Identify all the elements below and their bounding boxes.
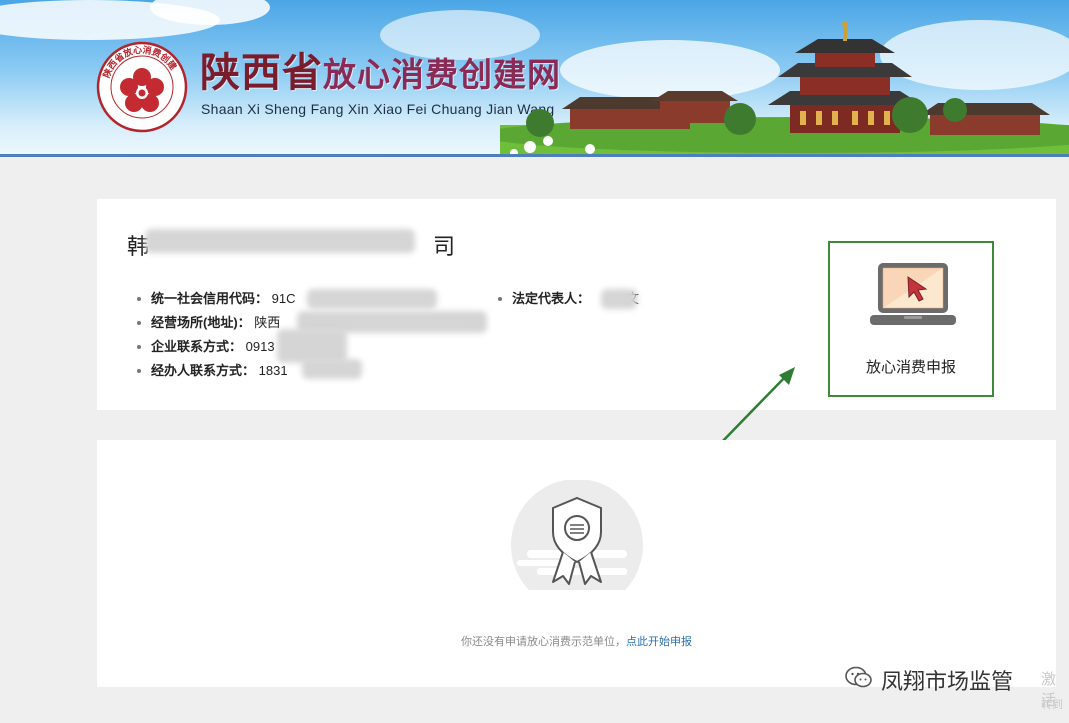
windows-activation-subtext: 转到 — [1041, 698, 1063, 711]
legal-rep-label: 法定代表人： — [512, 291, 591, 306]
redacted-phone — [277, 329, 347, 363]
apply-button-label: 放心消费申报 — [865, 359, 956, 376]
credit-code-value: 91C — [271, 291, 296, 306]
seal-logo-icon: 陕西省放心消费创建 — [96, 41, 188, 133]
credit-code-label: 统一社会信用代码： — [151, 291, 269, 306]
agent-phone-value: 1831 — [258, 363, 288, 378]
redacted-company-name — [145, 229, 415, 253]
header-divider — [0, 154, 1069, 157]
redacted-agent-phone — [302, 359, 362, 379]
wechat-icon — [845, 666, 872, 688]
laptop-cursor-icon — [870, 263, 956, 325]
empty-state-text: 你还没有申请放心消费示范单位， — [461, 636, 626, 648]
address-value-start: 陕西 — [254, 315, 281, 330]
phone-value: 0913 — [245, 339, 275, 354]
start-apply-link[interactable]: 点此开始申报 — [626, 636, 692, 648]
address-label: 经营场所(地址)： — [151, 315, 251, 330]
pagoda-scene-illustration — [500, 21, 1069, 157]
site-title-province: 陕西省 — [200, 49, 323, 96]
site-header: 陕西省放心消费创建 陕西省放心消费创建网 Shaan Xi Sheng Fang… — [0, 0, 1069, 157]
company-name-end: 司 — [433, 234, 456, 259]
company-info-card: 韩司 统一社会信用代码： 91C 经营场所(地址)： 陕西侧 企业联系方式： 0… — [97, 199, 1056, 410]
redacted-credit-code — [307, 289, 437, 309]
agent-phone-label: 经办人联系方式： — [151, 363, 256, 378]
phone-label: 企业联系方式： — [151, 339, 243, 354]
redacted-legal-rep — [601, 289, 637, 309]
award-ribbon-icon — [511, 480, 643, 590]
watermark-text: 凤翔市场监管 — [881, 670, 1014, 695]
consumer-report-apply-button[interactable]: 放心消费申报 — [828, 241, 994, 397]
empty-state-message: 你还没有申请放心消费示范单位，点此开始申报 — [97, 633, 1056, 649]
empty-state-card: 你还没有申请放心消费示范单位，点此开始申报 — [97, 440, 1056, 687]
